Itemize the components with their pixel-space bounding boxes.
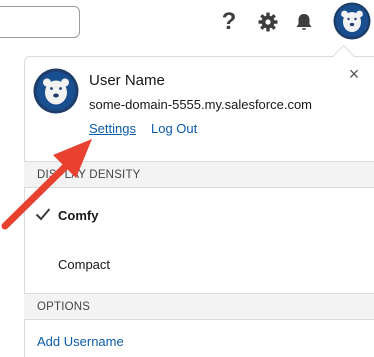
global-header: ? [0,0,374,50]
options-header: OPTIONS [24,293,374,320]
density-option-comfy[interactable]: Comfy [58,208,98,223]
gear-icon[interactable] [255,8,281,36]
add-username-link[interactable]: Add Username [37,334,124,349]
help-icon[interactable]: ? [217,8,241,36]
display-density-header: DISPLAY DENSITY [24,161,374,188]
user-domain: some-domain-5555.my.salesforce.com [89,97,313,112]
density-option-compact[interactable]: Compact [58,257,110,272]
close-icon[interactable]: × [344,64,364,84]
check-icon [35,206,51,222]
settings-link[interactable]: Settings [89,121,136,136]
user-name: User Name [89,72,165,89]
log-out-link[interactable]: Log Out [151,121,197,136]
avatar [33,68,79,114]
bell-icon[interactable] [291,8,317,36]
search-input[interactable] [0,6,80,38]
avatar-icon[interactable] [333,2,371,40]
